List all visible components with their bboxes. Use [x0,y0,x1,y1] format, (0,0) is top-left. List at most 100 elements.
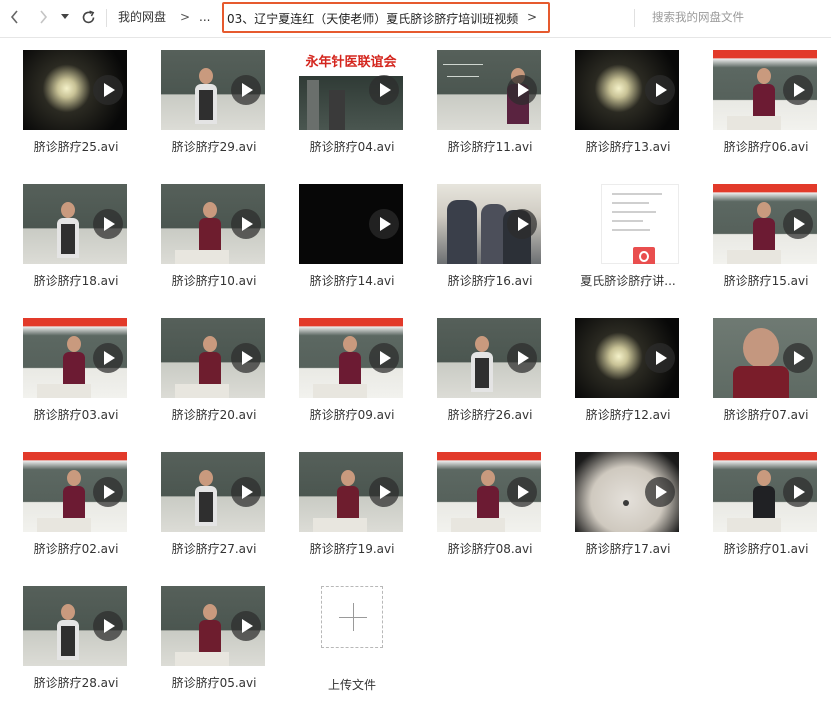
file-name: 脐诊脐疗27.avi [171,542,257,556]
play-icon[interactable] [369,343,399,373]
person-figure [203,336,217,352]
breadcrumb-separator: > [180,10,191,24]
file-name: 脐诊脐疗02.avi [33,542,119,556]
video-file-tile[interactable]: 脐诊脐疗29.avi [145,37,283,167]
play-icon[interactable] [369,477,399,507]
play-icon[interactable] [783,477,813,507]
file-name: 脐诊脐疗26.avi [447,408,533,422]
video-file-tile[interactable]: 脐诊脐疗03.avi [7,305,145,435]
video-file-tile[interactable]: 脐诊脐疗15.avi [697,171,831,301]
back-button[interactable] [4,6,26,28]
file-thumbnail [299,452,403,532]
play-icon[interactable] [783,343,813,373]
file-thumbnail [437,318,541,398]
play-icon[interactable] [93,75,123,105]
pdf-icon [633,247,655,264]
play-icon[interactable] [783,75,813,105]
play-icon[interactable] [93,343,123,373]
search-input[interactable]: 搜索我的网盘文件 [652,9,744,25]
person-figure [757,470,771,486]
person-figure [475,336,489,352]
video-file-tile[interactable]: 脐诊脐疗08.avi [421,439,559,569]
play-icon[interactable] [507,209,537,239]
play-icon[interactable] [507,343,537,373]
file-thumbnail [713,452,817,532]
breadcrumb-root[interactable]: 我的网盘 [118,8,166,26]
toolbar: 我的网盘 > ... 03、辽宁夏连红（天使老师）夏氏脐诊脐疗培训班视频 > 搜… [0,0,831,38]
breadcrumb-current-folder[interactable]: 03、辽宁夏连红（天使老师）夏氏脐诊脐疗培训班视频 > [222,2,550,33]
forward-button[interactable] [32,6,54,28]
person-figure [203,604,217,620]
video-file-tile[interactable]: 脐诊脐疗06.avi [697,37,831,167]
play-icon[interactable] [645,477,675,507]
play-icon[interactable] [231,75,261,105]
person-figure [203,202,217,218]
person-figure [447,200,477,264]
file-name: 脐诊脐疗13.avi [585,140,671,154]
play-icon[interactable] [507,75,537,105]
plus-icon [353,603,354,631]
video-file-tile[interactable]: 脐诊脐疗26.avi [421,305,559,435]
play-icon[interactable] [231,477,261,507]
video-file-tile[interactable]: 脐诊脐疗20.avi [145,305,283,435]
play-icon[interactable] [231,611,261,641]
play-icon[interactable] [93,611,123,641]
play-icon[interactable] [93,477,123,507]
video-file-tile[interactable]: 脐诊脐疗09.avi [283,305,421,435]
person-figure [341,470,355,486]
video-file-tile[interactable]: 脐诊脐疗01.avi [697,439,831,569]
pdf-file-tile[interactable]: 夏氏脐诊脐疗讲... [559,171,697,301]
person-figure [61,202,75,218]
desk [727,116,781,130]
video-file-tile[interactable]: 脐诊脐疗10.avi [145,171,283,301]
play-icon[interactable] [783,209,813,239]
video-file-tile[interactable]: 脐诊脐疗14.avi [283,171,421,301]
current-folder-arrow[interactable]: > [527,10,537,24]
play-icon[interactable] [645,75,675,105]
video-file-tile[interactable]: 脐诊脐疗28.avi [7,573,145,703]
video-file-tile[interactable]: 脐诊脐疗17.avi [559,439,697,569]
play-icon[interactable] [231,209,261,239]
desk [175,384,229,398]
video-file-tile[interactable]: 脐诊脐疗25.avi [7,37,145,167]
video-file-tile[interactable]: 脐诊脐疗19.avi [283,439,421,569]
video-file-tile[interactable]: 脐诊脐疗05.avi [145,573,283,703]
refresh-button[interactable] [77,6,99,28]
file-thumbnail [161,50,265,130]
chevron-left-icon [10,10,18,24]
file-name: 脐诊脐疗10.avi [171,274,257,288]
file-name: 脐诊脐疗04.avi [309,140,395,154]
play-icon[interactable] [369,209,399,239]
play-icon[interactable] [369,75,399,105]
file-name: 脐诊脐疗01.avi [723,542,809,556]
history-dropdown-button[interactable] [58,6,72,28]
file-name: 脐诊脐疗28.avi [33,676,119,690]
video-file-tile[interactable]: 脐诊脐疗12.avi [559,305,697,435]
file-thumbnail [437,184,541,264]
video-file-tile[interactable]: 脐诊脐疗27.avi [145,439,283,569]
upload-file-button[interactable]: 上传文件 [283,573,421,703]
play-icon[interactable] [645,343,675,373]
upload-plus-icon[interactable] [321,586,383,648]
person-figure [199,492,213,522]
play-icon[interactable] [93,209,123,239]
file-thumbnail: 永年针医联谊会 [299,50,403,130]
video-file-tile[interactable]: 脐诊脐疗18.avi [7,171,145,301]
file-name: 脐诊脐疗11.avi [447,140,533,154]
pdf-text-line [612,211,656,213]
video-file-tile[interactable]: 永年针医联谊会脐诊脐疗04.avi [283,37,421,167]
file-name: 脐诊脐疗16.avi [447,274,533,288]
video-file-tile[interactable]: 脐诊脐疗07.avi [697,305,831,435]
play-icon[interactable] [507,477,537,507]
file-name: 脐诊脐疗05.avi [171,676,257,690]
play-icon[interactable] [231,343,261,373]
file-name: 脐诊脐疗17.avi [585,542,671,556]
video-file-tile[interactable]: 脐诊脐疗13.avi [559,37,697,167]
video-file-tile[interactable]: 脐诊脐疗02.avi [7,439,145,569]
file-name: 脐诊脐疗19.avi [309,542,395,556]
video-file-tile[interactable]: 脐诊脐疗11.avi [421,37,559,167]
breadcrumb-ellipsis[interactable]: ... [199,8,210,26]
desk [37,384,91,398]
video-file-tile[interactable]: 脐诊脐疗16.avi [421,171,559,301]
file-name: 脐诊脐疗20.avi [171,408,257,422]
